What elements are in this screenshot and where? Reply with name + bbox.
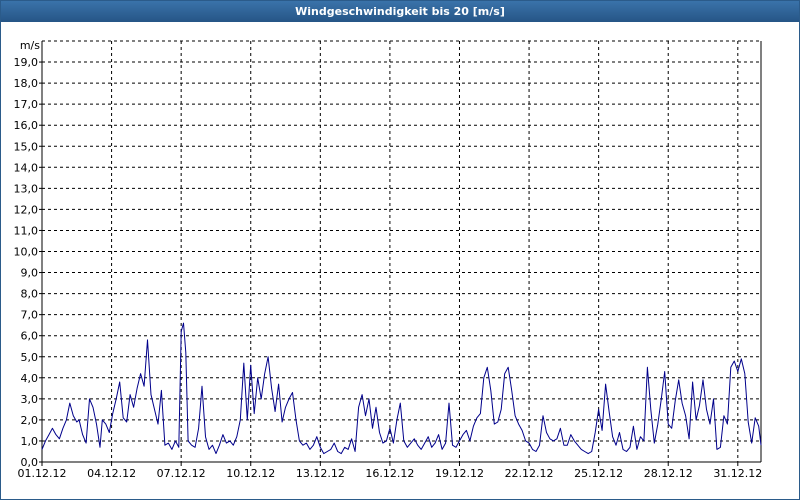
x-tick-label: 16.12.12: [365, 467, 414, 480]
y-tick-label: 18,0: [14, 77, 39, 90]
y-tick-label: 4,0: [21, 372, 39, 385]
grid-lines: [42, 40, 761, 462]
series-layer: [41, 322, 762, 455]
x-tick-label: 28.12.12: [644, 467, 693, 480]
y-tick-label: 2,0: [21, 414, 39, 427]
y-tick-label: 12,0: [14, 203, 39, 216]
wind-speed-chart: 0,01,02,03,04,05,06,07,08,09,010,011,012…: [14, 39, 763, 480]
y-tick-label: 14,0: [14, 161, 39, 174]
y-tick-label: 3,0: [21, 393, 39, 406]
y-tick-label: 7,0: [21, 309, 39, 322]
wind-speed-series-line: [41, 322, 762, 455]
x-tick-label: 22.12.12: [505, 467, 554, 480]
tick-labels: 0,01,02,03,04,05,06,07,08,09,010,011,012…: [14, 56, 763, 480]
x-tick-label: 01.12.12: [18, 467, 67, 480]
y-tick-label: 13,0: [14, 182, 39, 195]
x-tick-label: 10.12.12: [226, 467, 275, 480]
x-tick-label: 13.12.12: [296, 467, 345, 480]
x-tick-label: 31.12.12: [713, 467, 762, 480]
x-tick-label: 25.12.12: [574, 467, 623, 480]
y-tick-label: 15,0: [14, 140, 39, 153]
x-tick-label: 04.12.12: [87, 467, 136, 480]
y-tick-label: 8,0: [21, 288, 39, 301]
window-title: Windgeschwindigkeit bis 20 [m/s]: [1, 1, 799, 22]
y-tick-label: 19,0: [14, 56, 39, 69]
y-tick-label: 16,0: [14, 119, 39, 132]
x-tick-label: 07.12.12: [157, 467, 206, 480]
axes: [41, 41, 762, 463]
y-tick-label: 9,0: [21, 267, 39, 280]
y-tick-label: 11,0: [14, 224, 39, 237]
y-tick-label: 10,0: [14, 246, 39, 259]
y-tick-label: 1,0: [21, 435, 39, 448]
y-tick-label: 17,0: [14, 98, 39, 111]
y-tick-label: 5,0: [21, 351, 39, 364]
y-axis-unit-label: m/s: [20, 39, 40, 52]
chart-window: Windgeschwindigkeit bis 20 [m/s] 0,0 1,0 2…: [0, 0, 800, 500]
y-tick-label: 6,0: [21, 330, 39, 343]
x-tick-label: 19.12.12: [435, 467, 484, 480]
